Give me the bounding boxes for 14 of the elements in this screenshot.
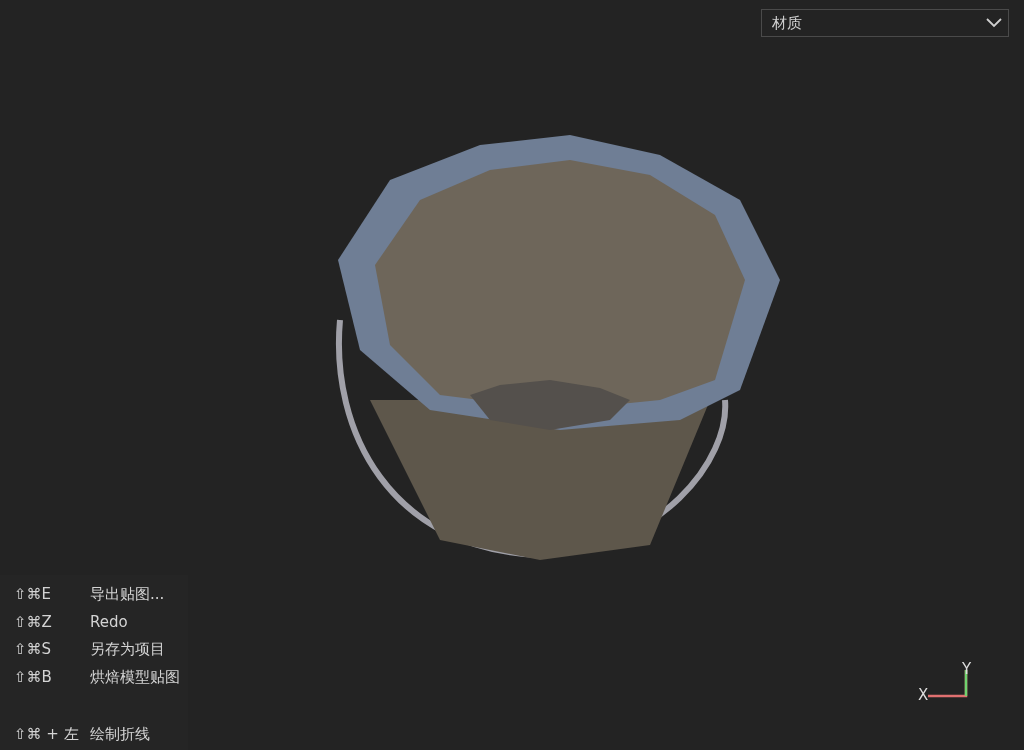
chevron-down-icon bbox=[986, 18, 1002, 28]
shortcut-keys: ⇧⌘S bbox=[14, 640, 90, 659]
shortcut-keys: ⇧⌘Z bbox=[14, 613, 90, 631]
shortcut-keys: ⇧⌘E bbox=[14, 585, 90, 604]
view-mode-dropdown[interactable]: 材质 bbox=[761, 9, 1009, 37]
dropdown-value: 材质 bbox=[772, 13, 802, 33]
shortcut-keys: ⇧⌘ + 左 bbox=[14, 725, 90, 744]
shortcut-action: Redo bbox=[90, 613, 129, 631]
shortcut-action: 导出贴图... bbox=[90, 585, 166, 604]
shortcut-action: 另存为项目 bbox=[90, 640, 166, 659]
axis-gizmo-drawing: X Y bbox=[918, 662, 972, 704]
shortcut-keys: ⇧⌘B bbox=[14, 668, 90, 687]
shortcut-action: 烘焙模型贴图 bbox=[90, 668, 180, 687]
shortcut-action: 绘制折线 bbox=[90, 725, 151, 744]
